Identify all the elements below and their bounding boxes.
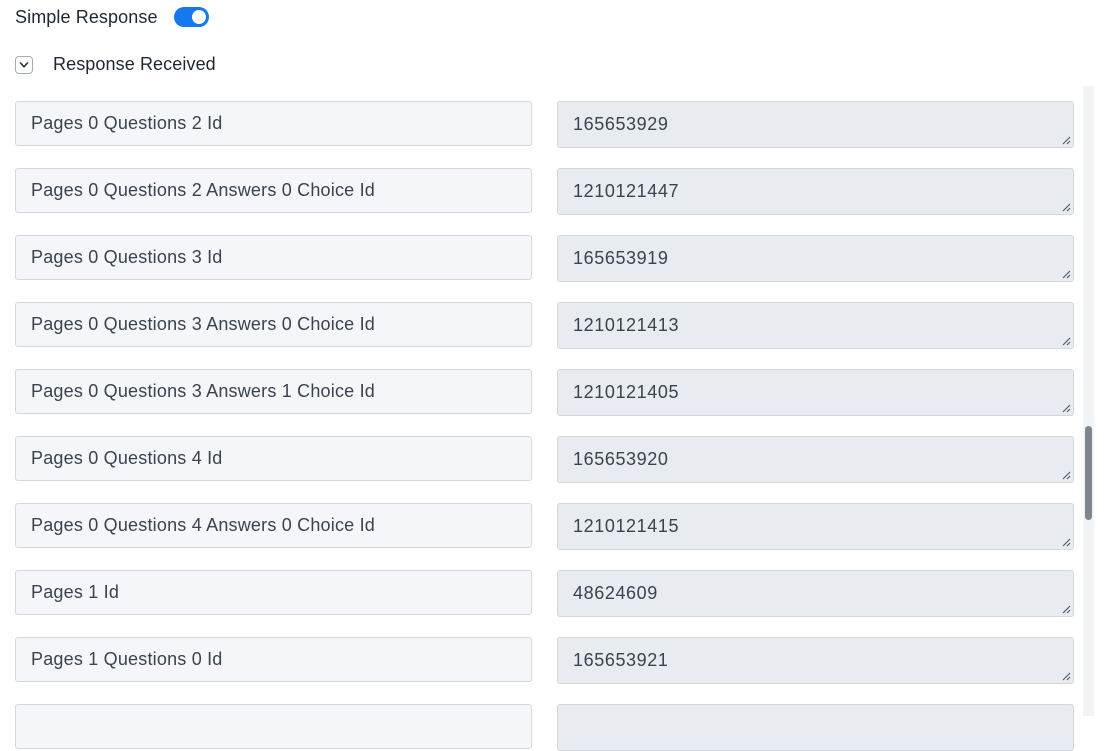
field-row: Pages 0 Questions 3 Answers 0 Choice Id … (15, 302, 1075, 349)
resize-handle-icon[interactable] (1061, 135, 1071, 145)
simple-response-label: Simple Response (15, 6, 158, 27)
field-key[interactable]: Pages 1 Id (15, 570, 532, 615)
field-value[interactable]: 165653921 (557, 637, 1074, 684)
field-value[interactable]: 165653929 (557, 101, 1074, 148)
field-value[interactable]: 165653920 (557, 436, 1074, 483)
field-key[interactable] (15, 704, 532, 749)
field-value[interactable]: 1210121413 (557, 302, 1074, 349)
field-key[interactable]: Pages 0 Questions 2 Answers 0 Choice Id (15, 168, 532, 213)
field-key[interactable]: Pages 0 Questions 3 Id (15, 235, 532, 280)
field-value-text: 1210121447 (573, 181, 680, 201)
field-row: Pages 0 Questions 4 Id 165653920 (15, 436, 1075, 483)
field-value-text: 1210121405 (573, 382, 680, 402)
field-row: Pages 0 Questions 2 Answers 0 Choice Id … (15, 168, 1075, 215)
field-row: Pages 0 Questions 2 Id 165653929 (15, 101, 1075, 148)
scrollbar[interactable] (1083, 86, 1094, 716)
field-key[interactable]: Pages 0 Questions 3 Answers 1 Choice Id (15, 369, 532, 414)
field-value[interactable]: 165653919 (557, 235, 1074, 282)
field-value-text: 165653929 (573, 114, 669, 134)
field-value[interactable]: 1210121405 (557, 369, 1074, 416)
resize-handle-icon[interactable] (1061, 202, 1071, 212)
field-row: Pages 0 Questions 3 Answers 1 Choice Id … (15, 369, 1075, 416)
chevron-down-icon[interactable] (15, 56, 33, 74)
simple-response-row: Simple Response (15, 4, 209, 30)
field-row: Pages 0 Questions 4 Answers 0 Choice Id … (15, 503, 1075, 550)
scrollbar-thumb[interactable] (1085, 426, 1092, 520)
resize-handle-icon[interactable] (1061, 336, 1071, 346)
field-value-text: 165653921 (573, 650, 669, 670)
field-key[interactable]: Pages 0 Questions 4 Answers 0 Choice Id (15, 503, 532, 548)
field-value-text: 165653920 (573, 449, 669, 469)
field-key[interactable]: Pages 0 Questions 2 Id (15, 101, 532, 146)
resize-handle-icon[interactable] (1061, 671, 1071, 681)
field-value[interactable]: 48624609 (557, 570, 1074, 617)
field-value-text: 1210121413 (573, 315, 680, 335)
field-value[interactable]: 1210121447 (557, 168, 1074, 215)
field-value-text: 1210121415 (573, 516, 680, 536)
field-row: Pages 1 Id 48624609 (15, 570, 1075, 617)
field-row (15, 704, 1075, 751)
field-value-text: 48624609 (573, 583, 658, 603)
field-row: Pages 1 Questions 0 Id 165653921 (15, 637, 1075, 684)
field-key[interactable]: Pages 0 Questions 3 Answers 0 Choice Id (15, 302, 532, 347)
field-key[interactable]: Pages 1 Questions 0 Id (15, 637, 532, 682)
resize-handle-icon[interactable] (1061, 403, 1071, 413)
resize-handle-icon[interactable] (1061, 269, 1071, 279)
field-key[interactable]: Pages 0 Questions 4 Id (15, 436, 532, 481)
field-row: Pages 0 Questions 3 Id 165653919 (15, 235, 1075, 282)
resize-handle-icon[interactable] (1061, 470, 1071, 480)
field-value[interactable]: 1210121415 (557, 503, 1074, 550)
field-value[interactable] (557, 704, 1074, 751)
resize-handle-icon[interactable] (1061, 604, 1071, 614)
section-title: Response Received (53, 53, 216, 74)
resize-handle-icon[interactable] (1061, 537, 1071, 547)
field-value-text: 165653919 (573, 248, 669, 268)
toggle-knob (191, 10, 206, 24)
response-received-header[interactable]: Response Received (15, 52, 216, 76)
simple-response-toggle[interactable] (173, 7, 209, 27)
